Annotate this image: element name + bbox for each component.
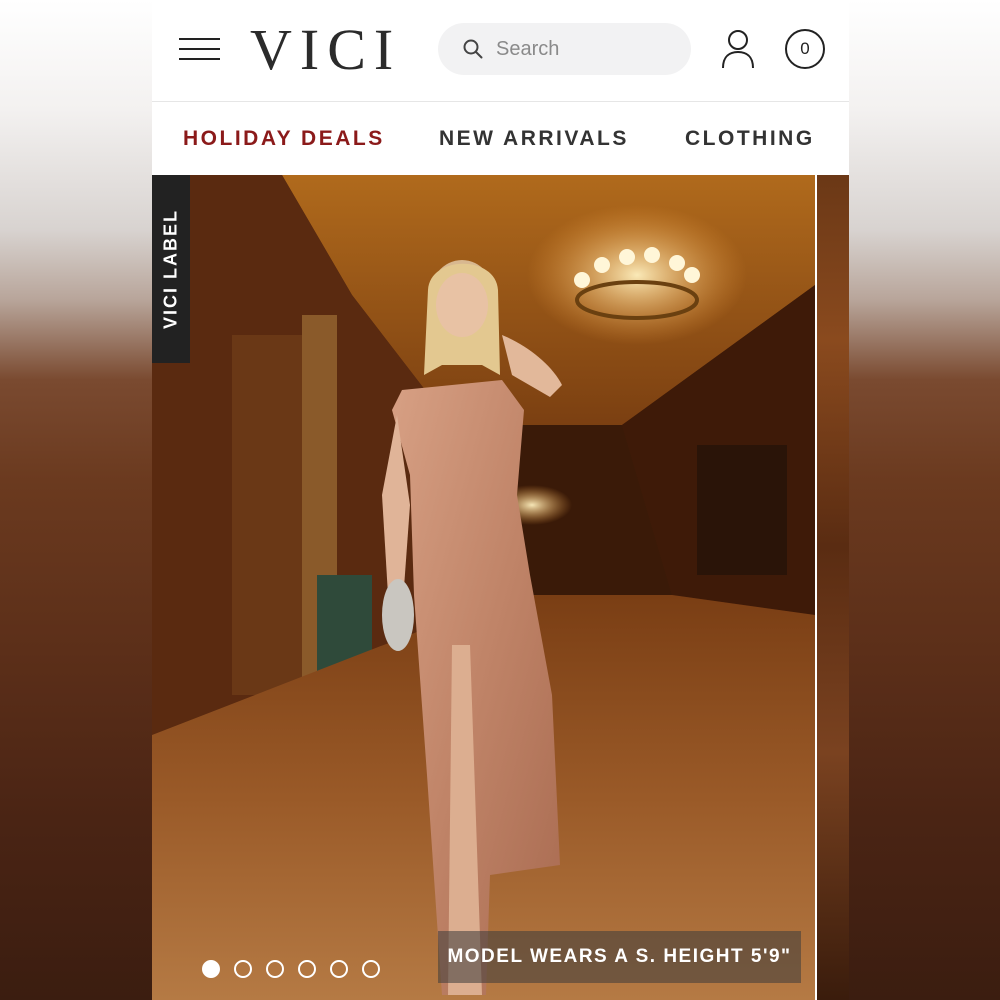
search-icon [463,39,483,59]
mobile-page: VICI 0 HOLIDAY DEALS NEW ARRIVALS CLOTHI… [152,0,849,1000]
search-input[interactable] [496,35,676,63]
carousel-dot-2[interactable] [234,960,252,978]
cart-button[interactable]: 0 [785,29,825,69]
nav-clothing[interactable]: CLOTHING [685,127,815,151]
model-caption: MODEL WEARS A S. HEIGHT 5'9" [438,931,801,983]
carousel-dot-5[interactable] [330,960,348,978]
carousel-dot-4[interactable] [298,960,316,978]
site-logo[interactable]: VICI [250,16,401,83]
background-left [0,0,152,1000]
vici-label-badge: VICI LABEL [152,175,190,363]
search-bar[interactable] [438,23,691,75]
carousel-dot-6[interactable] [362,960,380,978]
nav-new-arrivals[interactable]: NEW ARRIVALS [439,127,629,151]
main-nav: HOLIDAY DEALS NEW ARRIVALS CLOTHING [152,103,849,175]
carousel-dot-1[interactable] [202,960,220,978]
account-icon[interactable] [720,28,756,70]
carousel-dot-3[interactable] [266,960,284,978]
nav-holiday-deals[interactable]: HOLIDAY DEALS [183,127,385,151]
badge-text: VICI LABEL [160,208,181,330]
hero-image[interactable] [152,175,815,1000]
background-right [848,0,1000,1000]
next-slide-preview[interactable] [817,175,849,1000]
site-header: VICI 0 [152,0,849,102]
menu-icon[interactable] [179,38,220,62]
hero-photo [152,175,815,1000]
